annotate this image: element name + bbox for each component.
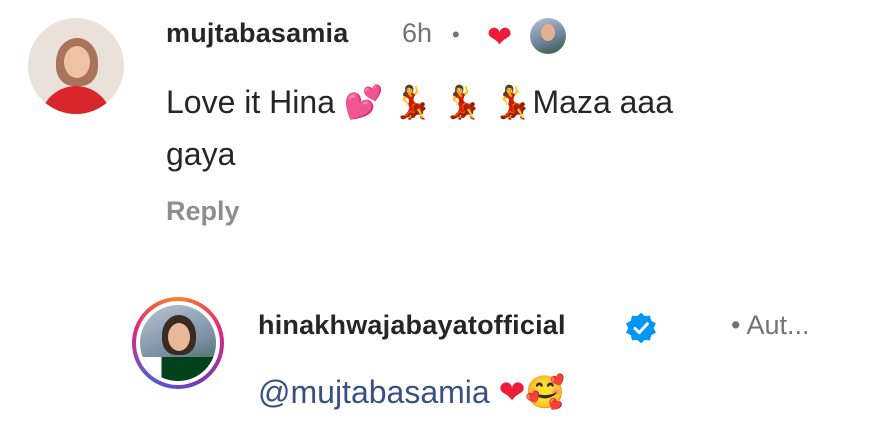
red-heart-emoji: ❤ <box>498 373 526 411</box>
avatar-face <box>168 323 190 351</box>
comment-username[interactable]: mujtabasamia <box>166 18 348 49</box>
mention-link[interactable]: @mujtabasamia <box>258 374 490 410</box>
verified-badge-icon <box>626 312 656 344</box>
dancer-emoji: 💃 💃 💃 <box>392 83 533 121</box>
comment-item: mujtabasamia 6h • ❤ Love it Hina 💕 💃 💃 💃… <box>0 0 872 260</box>
reply-text: @mujtabasamia ❤🥰 <box>258 366 565 418</box>
mini-avatar-face <box>541 24 555 41</box>
commenter-avatar[interactable] <box>28 18 124 114</box>
two-hearts-emoji: 💕 <box>343 83 384 121</box>
creator-mini-avatar <box>530 18 566 54</box>
meta-separator: • <box>452 22 460 47</box>
smiling-face-hearts-emoji: 🥰 <box>525 373 566 411</box>
avatar-body <box>40 86 112 114</box>
reply-username[interactable]: hinakhwajabayatofficial <box>258 310 566 341</box>
comment-text-start: Love it Hina <box>166 84 344 120</box>
avatar-face <box>64 46 90 78</box>
comment-timestamp: 6h <box>402 18 433 48</box>
reply-button[interactable]: Reply <box>166 196 240 227</box>
comment-text-line2: gaya <box>166 136 236 172</box>
reply-avatar[interactable] <box>132 297 224 389</box>
reply-avatar-photo <box>140 305 216 381</box>
creator-liked-heart-icon: ❤ <box>487 20 513 55</box>
comment-text-end: Maza aaa <box>532 84 674 120</box>
reply-meta: • Aut... <box>731 310 810 340</box>
avatar-flag <box>140 357 216 381</box>
comment-text: Love it Hina 💕 💃 💃 💃Maza aaa <box>166 76 826 128</box>
